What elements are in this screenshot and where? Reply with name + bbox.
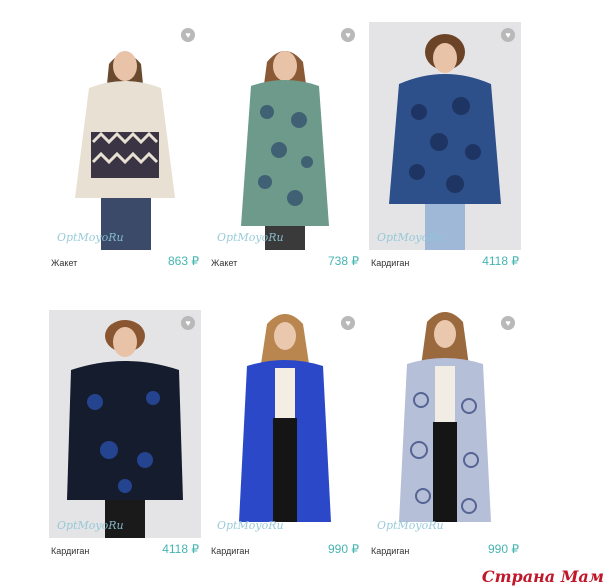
heart-icon[interactable]: ♥	[501, 28, 515, 42]
product-image[interactable]: ♥ OptMoyoRu	[49, 310, 201, 538]
product-name[interactable]: Кардиган	[51, 546, 89, 556]
product-price: 990 ₽	[328, 542, 359, 556]
product-card[interactable]: ♥ OptMoyoRu Кардиган 990 ₽	[369, 310, 521, 558]
product-price: 990 ₽	[488, 542, 519, 556]
product-price: 4118 ₽	[482, 254, 519, 268]
product-price: 4118 ₽	[162, 542, 199, 556]
product-image[interactable]: ♥ OptMoyoRu	[49, 22, 201, 250]
product-name[interactable]: Жакет	[211, 258, 237, 268]
brand-logo: OptMoyoRu	[217, 231, 284, 244]
brand-logo: OptMoyoRu	[377, 519, 444, 532]
product-name[interactable]: Кардиган	[371, 258, 409, 268]
product-name[interactable]: Жакет	[51, 258, 77, 268]
brand-logo: OptMoyoRu	[57, 519, 124, 532]
product-name[interactable]: Кардиган	[371, 546, 409, 556]
product-card[interactable]: ♥ OptMoyoRu Жакет 863 ₽	[49, 22, 201, 270]
product-image[interactable]: ♥ OptMoyoRu	[369, 22, 521, 250]
brand-logo: OptMoyoRu	[217, 519, 284, 532]
watermark-logo: Страна Мам	[481, 567, 604, 586]
product-card[interactable]: ♥ OptMoyoRu Кардиган 4118 ₽	[369, 22, 521, 270]
product-price: 738 ₽	[328, 254, 359, 268]
product-card[interactable]: ♥ OptMoyoRu Жакет 738 ₽	[209, 22, 361, 270]
product-card[interactable]: ♥ OptMoyoRu Кардиган 4118 ₽	[49, 310, 201, 558]
heart-icon[interactable]: ♥	[181, 28, 195, 42]
brand-logo: OptMoyoRu	[377, 231, 444, 244]
heart-icon[interactable]: ♥	[341, 28, 355, 42]
heart-icon[interactable]: ♥	[501, 316, 515, 330]
product-name[interactable]: Кардиган	[211, 546, 249, 556]
product-price: 863 ₽	[168, 254, 199, 268]
product-image[interactable]: ♥ OptMoyoRu	[369, 310, 521, 538]
heart-icon[interactable]: ♥	[341, 316, 355, 330]
product-card[interactable]: ♥ OptMoyoRu Кардиган 990 ₽	[209, 310, 361, 558]
product-image[interactable]: ♥ OptMoyoRu	[209, 310, 361, 538]
product-image[interactable]: ♥ OptMoyoRu	[209, 22, 361, 250]
heart-icon[interactable]: ♥	[181, 316, 195, 330]
brand-logo: OptMoyoRu	[57, 231, 124, 244]
